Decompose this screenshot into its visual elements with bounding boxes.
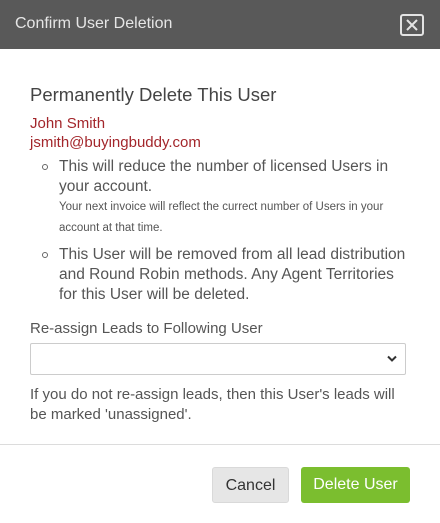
bullet-icon [42,164,48,170]
warning-item: This will reduce the number of licensed … [42,157,412,239]
warning-text: This will reduce the number of licensed … [59,158,389,195]
warning-text: This User will be removed from all lead … [59,246,406,303]
close-button[interactable] [400,14,424,36]
reassign-user-select[interactable] [30,343,406,375]
user-email: jsmith@buyingbuddy.com [30,134,201,151]
warning-item: This User will be removed from all lead … [42,245,412,305]
reassign-label: Re-assign Leads to Following User [30,320,263,337]
warning-list: This will reduce the number of licensed … [30,157,412,305]
delete-user-button[interactable]: Delete User [301,467,410,503]
user-name: John Smith [30,115,106,132]
dialog-body: Permanently Delete This User John Smith … [30,84,412,425]
footer-divider [0,444,440,445]
warning-note: Your next invoice will reflect the curre… [59,201,384,234]
cancel-button[interactable]: Cancel [212,467,289,503]
dialog-title: Confirm User Deletion [15,15,173,32]
reassign-help-text: If you do not re-assign leads, then this… [30,386,395,423]
confirm-user-deletion-dialog: Confirm User Deletion Permanently Delete… [0,0,440,523]
section-title: Permanently Delete This User [30,84,277,105]
dialog-header: Confirm User Deletion [0,0,440,49]
bullet-icon [42,252,48,258]
